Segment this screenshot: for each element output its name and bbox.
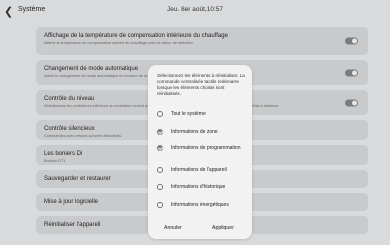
row-description: Affiche la température de compensation a… — [44, 41, 194, 45]
option-device-info[interactable]: Informations de l'appareil — [157, 167, 249, 173]
app-header: ❮ Système Jeu. 8er août,10:57 — [0, 0, 390, 24]
option-label: Informations énergétiques — [171, 202, 229, 208]
radio-icon[interactable] — [157, 167, 163, 173]
row-label: Affichage de la température de compensat… — [44, 33, 228, 39]
option-label: Informations de programmation — [171, 145, 241, 151]
toggle-switch[interactable] — [345, 37, 358, 45]
cancel-button[interactable]: Annuler — [164, 225, 182, 231]
radio-icon[interactable] — [157, 202, 163, 208]
radio-icon[interactable] — [157, 184, 163, 190]
checked-icon[interactable] — [157, 145, 163, 151]
option-label: Informations de l'appareil — [171, 167, 227, 173]
datetime: Jeu. 8er août,10:57 — [166, 6, 223, 13]
dialog-message: Sélectionnez les éléments à réinitialise… — [157, 73, 245, 96]
option-energy-info[interactable]: Informations énergétiques — [157, 202, 249, 208]
toggle-switch[interactable] — [345, 99, 358, 106]
toggle-switch[interactable] — [345, 69, 358, 76]
checked-icon[interactable] — [157, 129, 163, 135]
option-whole-system[interactable]: Tout le système — [157, 111, 249, 117]
option-zone-info[interactable]: Informations de zone — [157, 129, 249, 135]
option-history-info[interactable]: Informations d'historique — [157, 184, 249, 190]
reset-dialog: Sélectionnez les éléments à réinitialise… — [148, 65, 252, 239]
radio-icon[interactable] — [157, 111, 163, 117]
option-label: Informations de zone — [171, 129, 218, 135]
apply-button[interactable]: Appliquer — [212, 225, 234, 231]
option-label: Tout le système — [171, 111, 206, 117]
row-heating-compensation[interactable]: Affichage de la température de compensat… — [36, 27, 368, 55]
option-label: Informations d'historique — [171, 184, 226, 190]
option-schedule-info[interactable]: Informations de programmation — [157, 145, 249, 151]
